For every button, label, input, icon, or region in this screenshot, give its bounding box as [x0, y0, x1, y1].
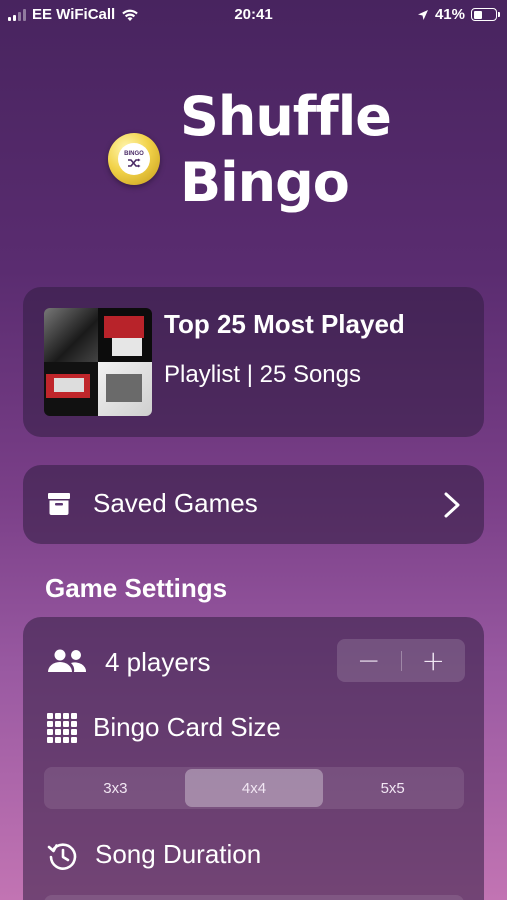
players-count-label: 4 players [105, 647, 211, 677]
grid-icon [47, 713, 77, 743]
status-right: 41% [417, 6, 500, 23]
app-title-line2: Bingo [180, 151, 350, 214]
card-size-option-5x5[interactable]: 5x5 [323, 769, 462, 807]
game-settings-card: 4 players − + Bingo Card Size 3x3 4x4 5x… [23, 617, 484, 900]
playlist-card[interactable]: Top 25 Most Played Playlist | 25 Songs [23, 287, 484, 437]
album-art-tile [98, 362, 152, 416]
battery-percent: 41% [434, 6, 465, 23]
location-arrow-icon [417, 9, 428, 20]
decrement-players-button[interactable]: − [337, 639, 401, 682]
saved-games-label: Saved Games [93, 488, 258, 518]
battery-fill [473, 10, 483, 19]
playlist-title: Top 25 Most Played [164, 309, 405, 339]
card-size-option-4x4[interactable]: 4x4 [184, 769, 324, 807]
increment-players-button[interactable]: + [402, 639, 466, 682]
playlist-artwork [44, 308, 152, 416]
battery-icon [471, 8, 500, 21]
album-art-tile [98, 308, 152, 362]
song-duration-segmented-control[interactable] [44, 895, 464, 900]
logo-text: BINGO [124, 150, 144, 157]
players-stepper[interactable]: − + [337, 639, 465, 682]
saved-games-button[interactable]: Saved Games [23, 465, 484, 544]
bingo-ball-logo: BINGO [108, 133, 160, 185]
players-icon [48, 649, 87, 672]
archive-box-icon [48, 493, 70, 515]
chevron-right-icon [444, 492, 460, 518]
playlist-subtitle: Playlist | 25 Songs [164, 361, 362, 388]
shuffle-icon [128, 158, 141, 167]
status-bar: EE WiFiCall 20:41 41% [0, 0, 507, 32]
app-title-line1: Shuffle [180, 85, 392, 148]
history-clock-icon [47, 843, 77, 870]
card-size-option-3x3[interactable]: 3x3 [46, 769, 185, 807]
game-settings-header: Game Settings [45, 573, 228, 603]
album-art-tile [44, 362, 98, 416]
card-size-segmented-control[interactable]: 3x3 4x4 5x5 [44, 767, 464, 809]
app-title: Shuffle Bingo [180, 84, 392, 216]
song-duration-label: Song Duration [95, 839, 262, 869]
bingo-card-size-label: Bingo Card Size [93, 712, 281, 742]
album-art-tile [44, 308, 98, 362]
bingo-ball-inner: BINGO [118, 143, 150, 175]
